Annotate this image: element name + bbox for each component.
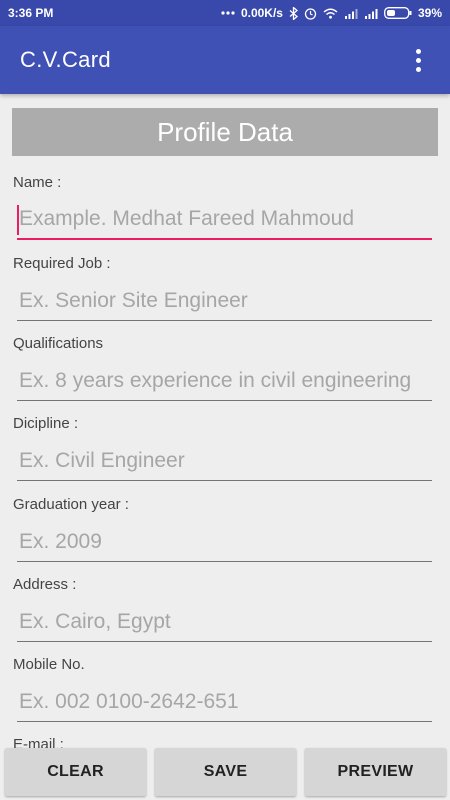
status-bar: 3:36 PM 0.00K/s 39%: [0, 0, 450, 26]
mobile-input[interactable]: [17, 682, 432, 722]
text-cursor: [17, 205, 19, 235]
app-title: C.V.Card: [20, 47, 111, 72]
signal-icon: [344, 8, 358, 19]
required-job-label: Required Job :: [13, 255, 111, 272]
discipline-label: Dicipline :: [13, 415, 79, 432]
qualifications-input[interactable]: [17, 361, 432, 401]
bluetooth-icon: [289, 6, 298, 20]
clear-button[interactable]: CLEAR: [5, 748, 146, 796]
preview-button-label: PREVIEW: [337, 763, 414, 780]
mobile-label: Mobile No.: [13, 656, 85, 673]
signal-icon: [364, 8, 378, 19]
status-time: 3:36 PM: [8, 6, 54, 20]
battery-icon: [384, 7, 412, 19]
alarm-icon: [304, 7, 317, 20]
form-content[interactable]: Profile Data Name : Required Job : Quali…: [0, 94, 450, 748]
address-label: Address :: [13, 576, 77, 593]
dots-icon: [221, 10, 235, 16]
graduation-year-label: Graduation year :: [13, 496, 129, 513]
app-bar: C.V.Card: [0, 26, 450, 94]
required-job-input[interactable]: [17, 281, 432, 321]
address-input[interactable]: [17, 602, 432, 642]
email-label: E-mail :: [13, 736, 64, 748]
wifi-icon: [323, 8, 338, 19]
network-speed: 0.00K/s: [240, 6, 283, 20]
status-icons: 0.00K/s 39%: [221, 6, 442, 20]
save-button[interactable]: SAVE: [155, 748, 296, 796]
section-header: Profile Data: [12, 108, 438, 156]
graduation-year-input[interactable]: [17, 522, 432, 562]
clear-button-label: CLEAR: [47, 763, 104, 780]
save-button-label: SAVE: [203, 763, 248, 780]
preview-button[interactable]: PREVIEW: [305, 748, 446, 796]
name-input[interactable]: [17, 200, 432, 240]
button-bar: CLEAR SAVE PREVIEW: [0, 748, 450, 800]
battery-percent: 39%: [417, 6, 442, 20]
section-title: Profile Data: [157, 116, 293, 147]
discipline-input[interactable]: [17, 441, 432, 481]
qualifications-label: Qualifications: [13, 335, 104, 352]
name-label: Name :: [13, 174, 62, 191]
overflow-menu-icon[interactable]: [406, 40, 430, 80]
